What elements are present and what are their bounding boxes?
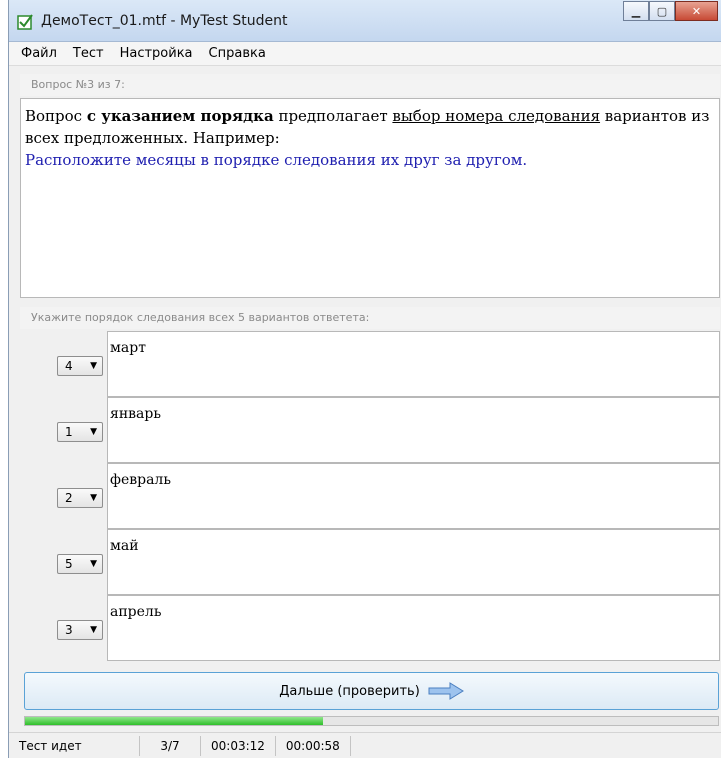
order-value: 5	[65, 557, 73, 571]
next-button-label: Дальше (проверить)	[279, 683, 420, 699]
answer-text: май	[107, 529, 720, 595]
answer-text: февраль	[107, 463, 720, 529]
minimize-icon: ▁	[631, 4, 641, 18]
order-select[interactable]: 5 ▼	[57, 554, 103, 574]
status-state: Тест идет	[9, 735, 140, 756]
status-bar: Тест идет 3/7 00:03:12 00:00:58	[9, 732, 721, 758]
progress-fill	[25, 717, 323, 725]
progress-bar	[24, 716, 719, 726]
menu-settings[interactable]: Настройка	[120, 46, 193, 61]
question-text-bold: с указанием порядка	[86, 107, 274, 125]
menu-help[interactable]: Справка	[209, 46, 266, 61]
order-value: 2	[65, 491, 73, 505]
question-example: Расположите месяцы в порядке следования …	[25, 151, 528, 169]
window-title: ДемоТест_01.mtf - MyTest Student	[41, 13, 288, 29]
answers-header: Укажите порядок следования всех 5 вариан…	[20, 307, 720, 329]
order-value: 3	[65, 623, 73, 637]
app-window: ДемоТест_01.mtf - MyTest Student ▁ ▢ ✕ Ф…	[8, 0, 721, 758]
checkbox-app-icon	[17, 14, 33, 30]
answers-list: 4 ▼ март 1 ▼ январь 2 ▼ февраль 5 ▼ май 3 ▼ а…	[20, 331, 720, 663]
next-check-button[interactable]: Дальше (проверить)	[24, 672, 719, 710]
answer-row: 1 ▼ январь	[20, 397, 720, 463]
menu-bar: Файл Тест Настройка Справка	[9, 42, 721, 66]
dropdown-arrow-icon: ▼	[90, 427, 97, 437]
minimize-button[interactable]: ▁	[623, 1, 649, 21]
status-question-count: 3/7	[140, 735, 201, 756]
order-select[interactable]: 3 ▼	[57, 620, 103, 640]
order-value: 4	[65, 359, 73, 373]
maximize-button[interactable]: ▢	[649, 1, 675, 21]
maximize-icon: ▢	[656, 4, 668, 18]
menu-test[interactable]: Тест	[73, 46, 104, 61]
answer-row: 5 ▼ май	[20, 529, 720, 595]
close-icon: ✕	[691, 4, 702, 18]
answer-row: 2 ▼ февраль	[20, 463, 720, 529]
order-value: 1	[65, 425, 73, 439]
dropdown-arrow-icon: ▼	[90, 361, 97, 371]
answer-row: 3 ▼ апрель	[20, 595, 720, 661]
question-text-mid: предполагает	[273, 107, 393, 125]
dropdown-arrow-icon: ▼	[90, 625, 97, 635]
menu-file[interactable]: Файл	[21, 46, 57, 61]
order-select[interactable]: 4 ▼	[57, 356, 103, 376]
status-question-time: 00:00:58	[276, 735, 351, 756]
question-text-area: Вопрос с указанием порядка предполагает …	[20, 98, 720, 298]
dropdown-arrow-icon: ▼	[90, 559, 97, 569]
answer-text: апрель	[107, 595, 720, 661]
close-button[interactable]: ✕	[675, 1, 718, 21]
order-select[interactable]: 2 ▼	[57, 488, 103, 508]
status-elapsed-time: 00:03:12	[201, 735, 276, 756]
dropdown-arrow-icon: ▼	[90, 493, 97, 503]
question-header: Вопрос №3 из 7:	[20, 74, 720, 96]
right-arrow-icon	[428, 682, 464, 700]
order-select[interactable]: 1 ▼	[57, 422, 103, 442]
question-text-prefix: Вопрос	[25, 107, 87, 125]
answer-text: январь	[107, 397, 720, 463]
answer-row: 4 ▼ март	[20, 331, 720, 397]
question-text-underline: выбор номера следования	[392, 107, 601, 125]
answer-text: март	[107, 331, 720, 397]
title-bar[interactable]: ДемоТест_01.mtf - MyTest Student ▁ ▢ ✕	[9, 0, 721, 42]
